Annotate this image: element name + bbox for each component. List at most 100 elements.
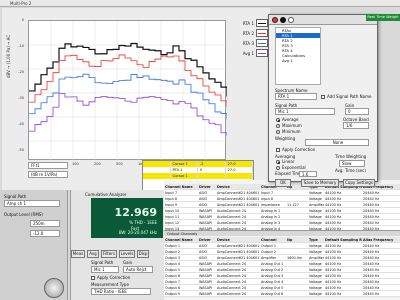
output-channels-tab[interactable]: Output Channels (164, 230, 400, 236)
table-cell: AudioConnect 24 (217, 221, 247, 225)
time-weighting-select[interactable]: Slow (339, 160, 365, 167)
y-tick-label: 0 (21, 18, 24, 22)
column-header[interactable]: Driver (198, 237, 216, 242)
column-header[interactable]: Device (216, 237, 260, 242)
record-icon[interactable] (272, 17, 278, 23)
table-cell (286, 220, 308, 225)
window-title: Multi-Pro 2 (0, 0, 400, 7)
linear-label: Linear (282, 159, 295, 164)
table-cell (286, 261, 308, 266)
table-cell: Analog In 1 (261, 209, 281, 213)
tab-levels[interactable]: Levels (119, 250, 135, 258)
meter-reading: 12.969 (114, 206, 157, 219)
clear-icon[interactable] (288, 17, 294, 23)
real-time-weight-bar: Real Time Weight (366, 14, 400, 21)
table-cell: AudioConnect 24 (217, 262, 247, 266)
table-cell: Output 3 (165, 256, 181, 260)
legend-item[interactable]: RTA 3 (232, 38, 268, 48)
plot-area[interactable] (28, 20, 227, 161)
table-row[interactable]: Output 9 WASAPI AudioConnect 24 Analog Out … (164, 291, 400, 297)
tab-avg[interactable]: Avg (87, 250, 99, 258)
tab-filters[interactable]: Filters (101, 250, 117, 258)
add-signal-path-label: Add Signal Path Name (327, 94, 372, 99)
table-cell: ASIO (199, 203, 208, 207)
analyzer-signal-path-select[interactable]: Mic 1 (91, 266, 119, 273)
table-cell: 44100 Hz (325, 280, 342, 284)
ok-button[interactable]: OK (275, 179, 291, 187)
table-cell: 20440 Hz (363, 215, 380, 219)
apply-correction-checkbox[interactable] (91, 276, 95, 280)
stop-icon[interactable] (280, 17, 286, 23)
maximum-radio[interactable] (276, 124, 280, 128)
table-cell: Input 7 (261, 191, 274, 195)
minimum-radio[interactable] (276, 130, 280, 134)
column-header[interactable]: Alias Frequency (362, 237, 400, 242)
table-cell: 20440 Hz (363, 197, 380, 201)
dialog-signal-path-select[interactable]: Mic 1 (275, 108, 335, 115)
signal-path-select[interactable]: Amp ch 1 (4, 200, 60, 207)
table-cell: 20440 Hz (363, 262, 380, 266)
table-cell: Voltage (309, 286, 322, 290)
exponential-radio[interactable] (276, 166, 280, 170)
legend-item[interactable]: Avg 1 (232, 48, 268, 58)
fft-select[interactable]: FFt1 (28, 162, 68, 169)
copy-settings-button[interactable]: Copy Settings (343, 179, 375, 187)
table-cell: 20440 Hz (363, 280, 380, 284)
table-cell: AmpConnect621 404601 (217, 256, 260, 260)
bandwidth-label: BW: 20-20.047 kHz (118, 230, 157, 235)
table-cell: ASIO (199, 191, 208, 195)
tab-disp[interactable]: Disp (137, 250, 149, 258)
table-cell: Analog In 3 (261, 221, 281, 225)
column-header[interactable]: Np (286, 237, 308, 242)
dialog-apply-correction-checkbox[interactable] (276, 148, 280, 152)
legend-item[interactable]: RTA 1 (232, 18, 268, 28)
table-cell: 44100 Hz (325, 268, 342, 272)
weighting-select[interactable]: None (305, 139, 369, 146)
level-knob[interactable] (44, 278, 64, 298)
column-header[interactable]: Channel Name (164, 237, 198, 242)
table-cell: Analog In 2 (261, 215, 281, 219)
add-signal-path-checkbox[interactable] (321, 95, 325, 99)
column-header[interactable]: Default Sampling Rate (324, 237, 362, 242)
unit-select[interactable]: (dB re 1V/Pa) (28, 171, 68, 178)
table-cell: Output 8 (165, 286, 181, 290)
table-cell: Impedance (261, 203, 280, 207)
table-cell: Analog Out 5 (261, 286, 284, 290)
table-cell: Amplifier (309, 203, 324, 207)
table-cell: WASAPI (199, 221, 213, 225)
table-cell (286, 190, 308, 195)
column-header[interactable]: Channel Name (164, 184, 198, 189)
save-to-memory-button[interactable]: Save to Memory (301, 179, 339, 187)
table-cell (286, 279, 308, 284)
spectrum-name-input[interactable]: RTA 1 (275, 93, 317, 100)
table-cell: Output 6 (165, 274, 181, 278)
table-cell: 44100 Hz (325, 203, 342, 207)
legend-item[interactable]: RTA 2 (232, 28, 268, 38)
maximum-label: Maximum (282, 123, 302, 128)
table-cell: Amplifier (309, 256, 324, 260)
octave-band-select[interactable]: 1/6 (343, 122, 369, 129)
column-header[interactable]: Driver (198, 184, 216, 189)
linear-radio[interactable] (276, 160, 280, 164)
dialog-gain-input[interactable]: 0 (345, 108, 369, 115)
table-cell: Amplifier (261, 256, 277, 260)
table-cell: AmpConnect621 404601 (217, 250, 260, 254)
tree-item-avg-1[interactable]: Avg 1 (276, 58, 320, 63)
graph-panel: dBV → (1.00 Pa) → AC 0-10-20-30-40-50 20… (2, 8, 270, 192)
column-header[interactable]: Device (216, 184, 260, 189)
column-header[interactable]: Channel (260, 237, 286, 242)
level-input[interactable]: -12.0 (30, 230, 60, 237)
tab-meas[interactable]: Meas (71, 250, 85, 258)
table-cell: 1600.0m (287, 256, 303, 260)
table-cell: WASAPI (199, 268, 213, 272)
table-cell: 44100 Hz (325, 244, 342, 248)
analyzer-gain-select[interactable]: Auto Rejct (123, 266, 153, 273)
measurement-type-select[interactable]: THD Ratio - IEEE (91, 288, 151, 295)
table-cell (286, 273, 308, 278)
column-header[interactable]: Type (308, 237, 324, 242)
output-level-input[interactable]: 250m (30, 220, 60, 227)
table-cell: Input 7 (165, 191, 178, 195)
average-radio[interactable] (276, 118, 280, 122)
table-cell: Voltage (309, 215, 322, 219)
y-tick-label: -20 (18, 70, 24, 74)
